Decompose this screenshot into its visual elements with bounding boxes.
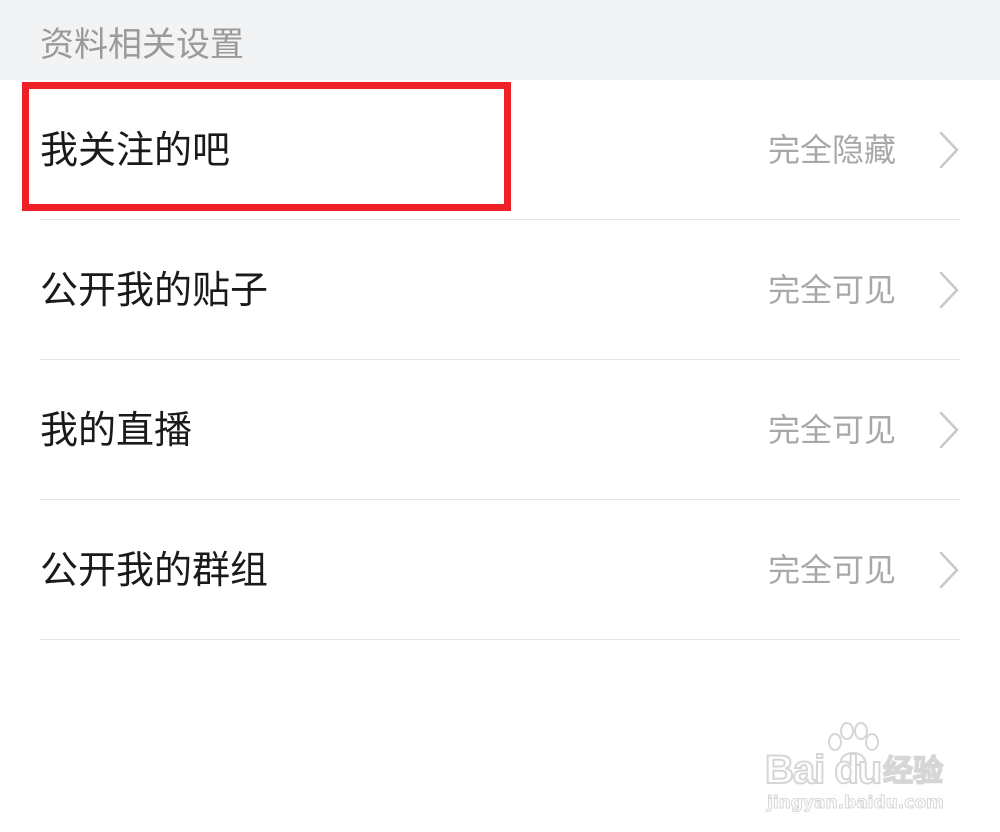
- baidu-jingyan-watermark: Bai du 经验 jingyan.baidu.com: [764, 722, 965, 822]
- section-header: 资料相关设置: [0, 0, 1000, 80]
- paw-icon: [828, 722, 879, 766]
- divider: [40, 639, 960, 640]
- settings-list: 我关注的吧 完全隐藏 公开我的贴子 完全可见 我的直播 完全可见 公开我的群组 …: [0, 80, 1000, 640]
- section-title: 资料相关设置: [40, 25, 244, 65]
- row-followed-bars[interactable]: 我关注的吧 完全隐藏: [0, 80, 1000, 220]
- watermark-suffix: 经验: [882, 753, 944, 790]
- watermark-url: jingyan.baidu.com: [767, 793, 945, 814]
- row-public-posts[interactable]: 公开我的贴子 完全可见: [0, 220, 1000, 360]
- chevron-right-icon: [939, 411, 959, 449]
- chevron-right-icon: [939, 271, 959, 309]
- watermark-brand: Bai du: [764, 747, 883, 793]
- row-label: 公开我的群组: [40, 548, 269, 592]
- row-public-groups[interactable]: 公开我的群组 完全可见: [0, 500, 1000, 640]
- chevron-right-icon: [939, 551, 959, 589]
- row-value: 完全可见: [767, 411, 896, 449]
- row-value: 完全可见: [767, 271, 896, 309]
- row-label: 公开我的贴子: [40, 268, 269, 312]
- row-label: 我关注的吧: [40, 128, 231, 172]
- chevron-right-icon: [939, 131, 959, 169]
- row-label: 我的直播: [40, 408, 193, 452]
- row-value: 完全隐藏: [767, 131, 896, 169]
- row-value: 完全可见: [767, 551, 896, 589]
- row-my-live[interactable]: 我的直播 完全可见: [0, 360, 1000, 500]
